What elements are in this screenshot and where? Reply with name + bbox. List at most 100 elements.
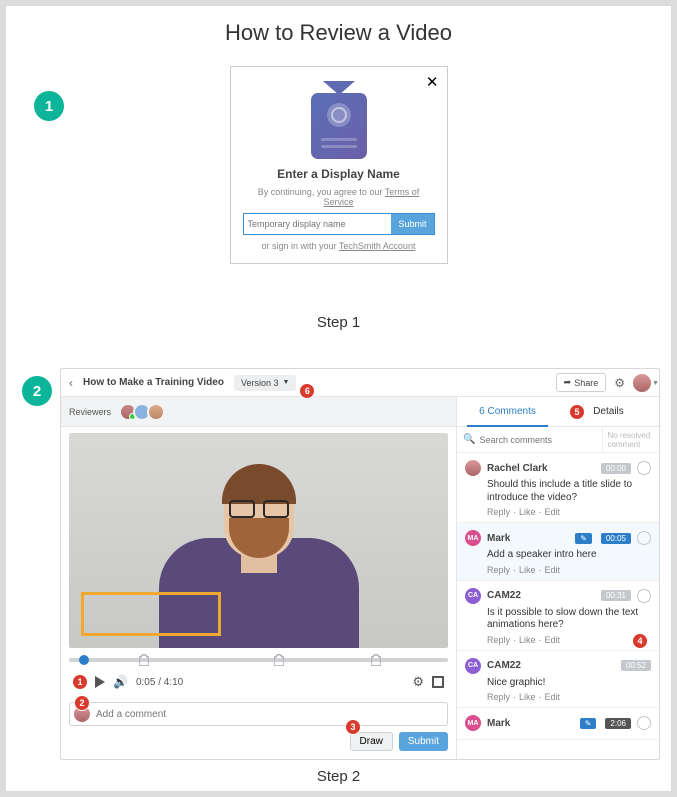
comment-actions: Reply·Like·Edit xyxy=(487,565,651,575)
caret-down-icon: ▼ xyxy=(652,380,659,387)
comment-input[interactable] xyxy=(96,709,443,720)
timeline-marker-icon[interactable] xyxy=(139,654,149,666)
time-display: 0:05 / 4:10 xyxy=(136,677,183,688)
comment-item[interactable]: CA CAM22 00:52 Nice graphic! Reply·Like·Edit xyxy=(457,651,659,709)
share-button[interactable]: ➦ Share xyxy=(556,373,607,392)
reviewers-label: Reviewers xyxy=(69,407,111,417)
callout-2: 2 xyxy=(75,696,89,710)
reply-link[interactable]: Reply xyxy=(487,692,510,702)
comment-avatar xyxy=(465,460,481,476)
settings-icon[interactable]: ⚙ xyxy=(412,674,424,690)
search-comments[interactable]: 🔍 xyxy=(457,427,603,452)
comment-actions: Reply·Like·Edit xyxy=(487,507,651,517)
comment-avatar: CA xyxy=(465,658,481,674)
reviewer-avatar[interactable] xyxy=(147,403,165,421)
share-label: Share xyxy=(574,378,598,388)
comment-author: Mark xyxy=(487,718,510,729)
user-avatar[interactable]: ▼ xyxy=(633,374,651,392)
terms-text: By continuing, you agree to our Terms of… xyxy=(243,187,435,207)
comment-timestamp[interactable]: 00:31 xyxy=(601,590,631,601)
like-link[interactable]: Like xyxy=(519,692,536,702)
comment-item[interactable]: Rachel Clark00:00Should this include a t… xyxy=(457,453,659,523)
resolve-circle[interactable] xyxy=(637,461,651,475)
timeline-marker-icon[interactable] xyxy=(371,654,381,666)
topbar: ‹ How to Make a Training Video Version 3… xyxy=(61,369,659,397)
video-player[interactable] xyxy=(69,433,448,648)
comment-text: Should this include a title slide to int… xyxy=(487,479,651,504)
submit-button[interactable]: Submit xyxy=(391,214,433,234)
resolve-circle[interactable] xyxy=(637,716,651,730)
step2-label: Step 2 xyxy=(6,768,671,785)
like-link[interactable]: Like xyxy=(519,635,536,645)
playhead[interactable] xyxy=(79,655,89,665)
comment-timestamp[interactable]: 00:00 xyxy=(601,463,631,474)
signin-text: or sign in with your TechSmith Account xyxy=(243,241,435,251)
comment-actions: Reply·Like·Edit xyxy=(487,692,651,702)
edit-link[interactable]: Edit xyxy=(545,692,561,702)
display-name-input[interactable] xyxy=(244,214,392,234)
step-bubble-1: 1 xyxy=(34,91,64,121)
comment-item[interactable]: CACAM2200:31Is it possible to slow down … xyxy=(457,581,659,651)
tab-details[interactable]: 5 Details xyxy=(558,397,659,426)
volume-icon[interactable]: 🔊 xyxy=(113,675,128,689)
video-title: How to Make a Training Video xyxy=(83,377,224,388)
tab-details-label: Details xyxy=(593,406,624,417)
draw-button[interactable]: Draw xyxy=(350,732,393,751)
comment-list: Rachel Clark00:00Should this include a t… xyxy=(457,453,659,759)
comment-author: CAM22 xyxy=(487,660,521,671)
version-label: Version 3 xyxy=(241,378,279,388)
comment-text: Nice graphic! xyxy=(487,677,651,690)
signin-link[interactable]: TechSmith Account xyxy=(339,241,416,251)
resolved-hint: No resolved comment xyxy=(603,427,659,452)
comment-item[interactable]: MAMark✎00:05Add a speaker intro hereRepl… xyxy=(457,523,659,581)
comment-avatar: CA xyxy=(465,588,481,604)
resolve-circle[interactable] xyxy=(637,589,651,603)
pencil-icon: ✎ xyxy=(575,533,592,544)
callout-5: 5 xyxy=(570,405,584,419)
gear-icon[interactable]: ⚙ xyxy=(614,376,625,390)
comment-actions: Reply·Like·Edit xyxy=(487,635,651,645)
like-link[interactable]: Like xyxy=(519,565,536,575)
sidebar-tabs: 6 Comments 5 Details xyxy=(457,397,659,427)
comment-text: Add a speaker intro here xyxy=(487,549,651,562)
comment-author: CAM22 xyxy=(487,590,521,601)
display-name-dialog: ✕ Enter a Display Name By continuing, yo… xyxy=(230,66,448,264)
time-current: 0:05 xyxy=(136,677,155,688)
terms-prefix: By continuing, you agree to our xyxy=(258,187,385,197)
page-title: How to Review a Video xyxy=(6,20,671,46)
callout-4: 4 xyxy=(633,634,647,648)
edit-link[interactable]: Edit xyxy=(545,565,561,575)
play-button[interactable] xyxy=(95,676,105,688)
share-icon: ➦ xyxy=(564,377,572,388)
comment-timestamp[interactable]: 00:52 xyxy=(621,660,651,671)
close-icon[interactable]: ✕ xyxy=(426,73,439,91)
search-input[interactable] xyxy=(479,435,596,445)
comment-timestamp[interactable]: 2:06 xyxy=(605,718,631,729)
edit-link[interactable]: Edit xyxy=(545,635,561,645)
fullscreen-icon[interactable] xyxy=(432,676,444,688)
comment-composer: 2 3 Draw Submit xyxy=(61,696,456,759)
tab-comments[interactable]: 6 Comments xyxy=(457,397,558,426)
search-icon: 🔍 xyxy=(463,434,475,445)
timeline[interactable] xyxy=(69,652,448,668)
reply-link[interactable]: Reply xyxy=(487,635,510,645)
drawing-annotation[interactable] xyxy=(81,592,221,636)
timeline-marker-icon[interactable] xyxy=(274,654,284,666)
back-button[interactable]: ‹ xyxy=(69,376,73,390)
reply-link[interactable]: Reply xyxy=(487,507,510,517)
edit-link[interactable]: Edit xyxy=(545,507,561,517)
signin-prefix: or sign in with your xyxy=(262,241,339,251)
comment-avatar: MA xyxy=(465,715,481,731)
resolve-circle[interactable] xyxy=(637,531,651,545)
callout-3: 3 xyxy=(346,720,360,734)
like-link[interactable]: Like xyxy=(519,507,536,517)
version-dropdown[interactable]: Version 3 ▼ xyxy=(234,375,296,391)
comment-item[interactable]: MAMark✎2:06 xyxy=(457,708,659,740)
callout-6: 6 xyxy=(300,384,314,398)
submit-comment-button[interactable]: Submit xyxy=(399,732,448,751)
comment-timestamp[interactable]: 00:05 xyxy=(601,533,631,544)
badge-icon xyxy=(308,81,370,159)
video-controls: 1 🔊 0:05 / 4:10 ⚙ xyxy=(69,668,448,696)
reply-link[interactable]: Reply xyxy=(487,565,510,575)
review-app: ‹ How to Make a Training Video Version 3… xyxy=(60,368,660,760)
